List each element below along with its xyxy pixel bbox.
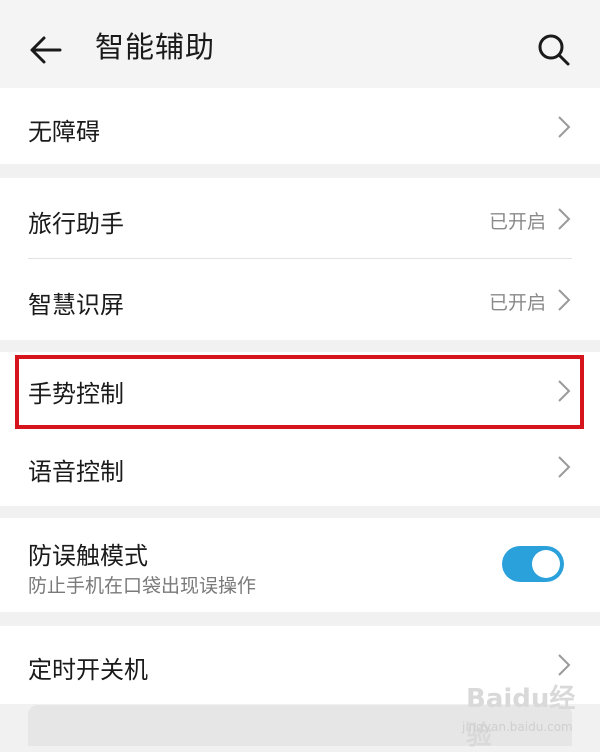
- row-label: 防误触模式: [28, 542, 148, 570]
- watermark-brand: Baidu经验: [466, 684, 576, 751]
- row-label: 语音控制: [28, 458, 124, 486]
- row-voice-control[interactable]: 语音控制: [0, 430, 600, 506]
- watermark-site: jingyan.baidu.com: [462, 720, 573, 734]
- chevron-right-icon: [558, 208, 571, 230]
- row-label: 智慧识屏: [28, 291, 124, 319]
- top-app-bar: 智能辅助: [0, 0, 600, 88]
- chevron-right-icon: [558, 456, 571, 478]
- row-subtitle: 防止手机在口袋出现误操作: [28, 575, 257, 597]
- row-accessibility[interactable]: 无障碍: [0, 88, 600, 164]
- arrow-left-icon[interactable]: [26, 30, 66, 70]
- highlight-box: [15, 355, 584, 429]
- pocket-mode-toggle[interactable]: [502, 546, 564, 582]
- row-label: 定时开关机: [28, 656, 148, 684]
- row-label: 无障碍: [28, 118, 100, 146]
- chevron-right-icon: [558, 116, 571, 138]
- page-title: 智能辅助: [95, 30, 216, 64]
- settings-group-assistants: 旅行助手 已开启 智慧识屏 已开启: [0, 178, 600, 340]
- chevron-right-icon: [558, 654, 571, 676]
- status-text: 已开启: [488, 292, 546, 314]
- row-travel-assistant[interactable]: 旅行助手 已开启: [0, 178, 600, 258]
- chevron-right-icon: [558, 289, 571, 311]
- row-smart-screen[interactable]: 智慧识屏 已开启: [0, 259, 600, 339]
- settings-group-accessibility: 无障碍: [0, 88, 600, 164]
- search-icon[interactable]: [534, 30, 574, 70]
- row-label: 旅行助手: [28, 210, 124, 238]
- watermark: Baidu经验 jingyan.baidu.com: [458, 678, 590, 751]
- toggle-knob: [532, 550, 560, 578]
- status-text: 已开启: [488, 211, 546, 233]
